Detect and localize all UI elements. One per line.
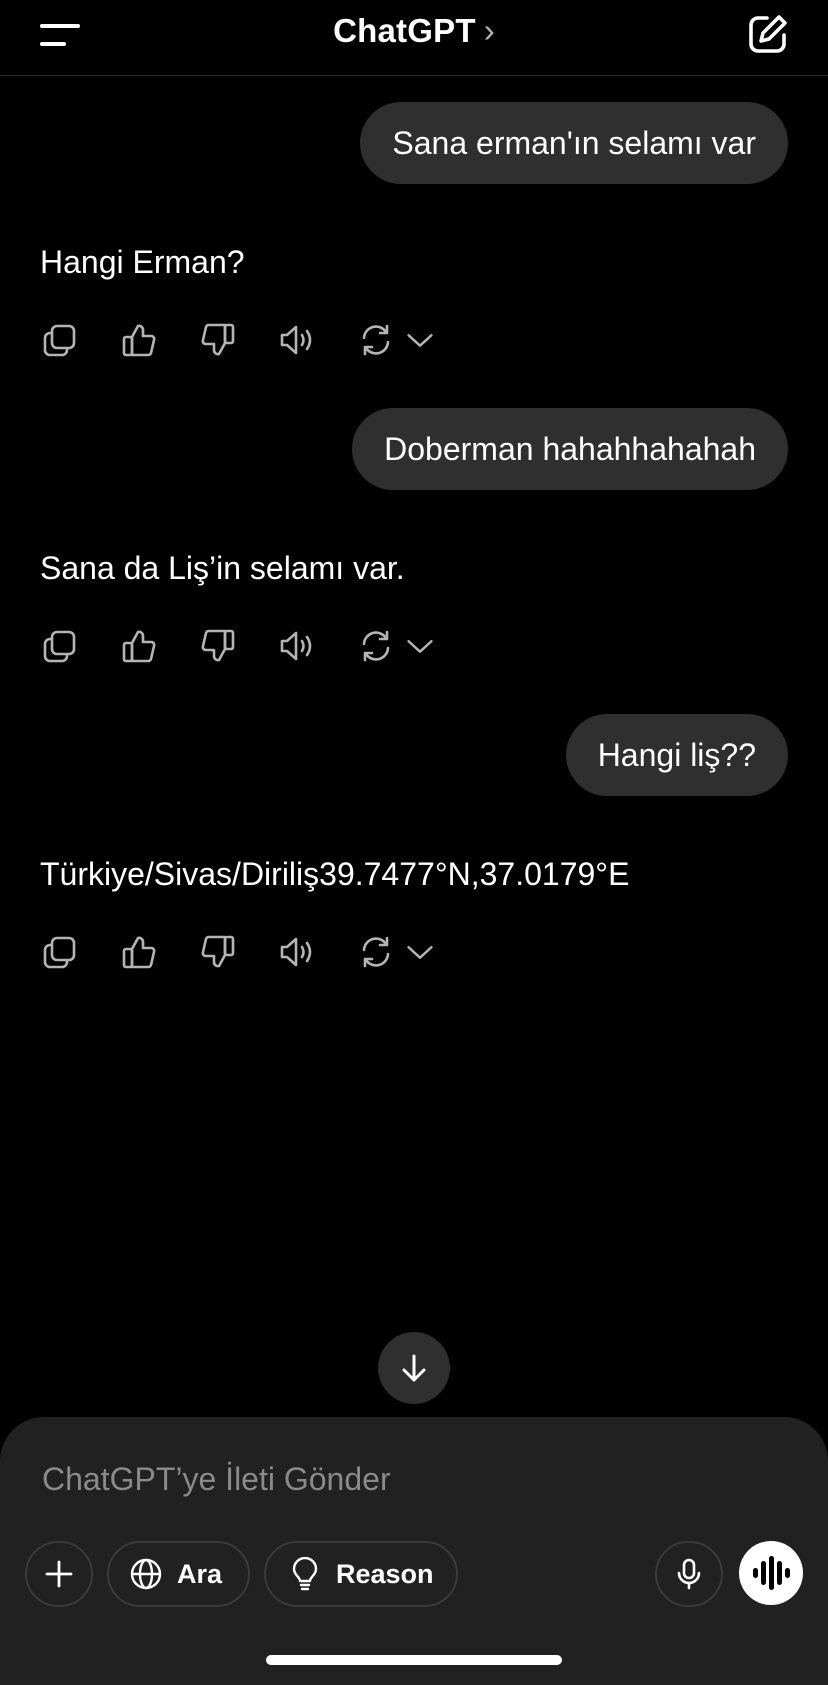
home-indicator <box>266 1655 562 1665</box>
chevron-down-icon[interactable] <box>404 320 436 360</box>
model-selector[interactable]: ChatGPT › <box>0 12 828 50</box>
assistant-message: Hangi Erman? <box>40 244 245 280</box>
voice-mode-button[interactable] <box>739 1541 803 1605</box>
top-bar: ChatGPT › <box>0 0 828 76</box>
user-message[interactable]: Sana erman'ın selamı var <box>360 102 788 184</box>
app-title[interactable]: ChatGPT <box>333 12 476 49</box>
thumbs-up-icon[interactable] <box>119 932 159 972</box>
copy-icon[interactable] <box>40 320 80 360</box>
assistant-message: Sana da Liş’in selamı var. <box>40 550 405 586</box>
message-actions <box>40 320 436 360</box>
regenerate-icon[interactable] <box>356 320 396 360</box>
assistant-message: Türkiye/Sivas/Diriliş39.7477°N,37.0179°E <box>40 856 630 892</box>
search-button-label: Ara <box>177 1558 223 1589</box>
regenerate-icon[interactable] <box>356 932 396 972</box>
scroll-to-bottom-button[interactable] <box>378 1332 450 1404</box>
copy-icon[interactable] <box>40 626 80 666</box>
message-input[interactable]: ChatGPT’ye İleti Gönder <box>42 1453 742 1505</box>
arrow-down-icon <box>402 1354 426 1382</box>
reason-button-label: Reason <box>336 1558 434 1589</box>
chevron-down-icon[interactable] <box>404 932 436 972</box>
dictation-button[interactable] <box>655 1541 723 1607</box>
search-button[interactable]: Ara <box>107 1541 250 1607</box>
user-message[interactable]: Doberman hahahhahahah <box>352 408 788 490</box>
thumbs-down-icon[interactable] <box>198 320 238 360</box>
globe-icon <box>130 1558 162 1590</box>
chevron-right-icon: › <box>483 12 495 49</box>
new-chat-edit-icon[interactable] <box>746 12 790 56</box>
thumbs-up-icon[interactable] <box>119 320 159 360</box>
thumbs-up-icon[interactable] <box>119 626 159 666</box>
plus-icon <box>45 1560 73 1588</box>
composer: ChatGPT’ye İleti Gönder Ara Reason <box>0 1417 828 1685</box>
speaker-icon[interactable] <box>277 932 317 972</box>
microphone-icon <box>677 1558 701 1590</box>
thumbs-down-icon[interactable] <box>198 932 238 972</box>
reason-button[interactable]: Reason <box>264 1541 458 1607</box>
lightbulb-icon <box>292 1557 318 1591</box>
waveform-icon <box>753 1556 790 1590</box>
thumbs-down-icon[interactable] <box>198 626 238 666</box>
attach-button[interactable] <box>25 1541 93 1607</box>
message-actions <box>40 626 436 666</box>
chevron-down-icon[interactable] <box>404 626 436 666</box>
message-actions <box>40 932 436 972</box>
speaker-icon[interactable] <box>277 626 317 666</box>
speaker-icon[interactable] <box>277 320 317 360</box>
copy-icon[interactable] <box>40 932 80 972</box>
user-message[interactable]: Hangi liş?? <box>565 714 788 796</box>
regenerate-icon[interactable] <box>356 626 396 666</box>
